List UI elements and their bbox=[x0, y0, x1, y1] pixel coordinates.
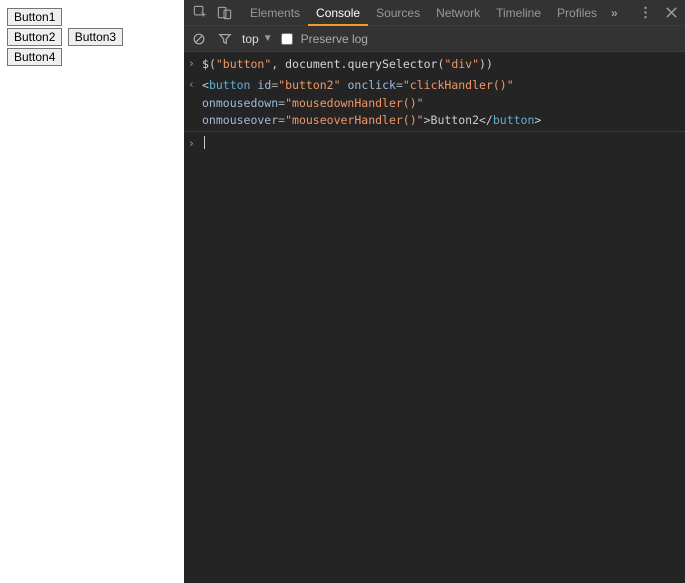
filter-icon[interactable] bbox=[216, 30, 234, 48]
console-input[interactable] bbox=[202, 136, 679, 154]
prompt-indicator-icon: › bbox=[188, 56, 202, 73]
page-panel: Button1 Button2 Button3 Button4 bbox=[0, 0, 184, 583]
tab-console[interactable]: Console bbox=[308, 0, 368, 26]
demo-button-2[interactable]: Button2 bbox=[7, 28, 62, 46]
console-output-node[interactable]: <button id="button2" onclick="clickHandl… bbox=[202, 77, 679, 129]
console-input-row: › $("button", document.querySelector("di… bbox=[184, 54, 685, 75]
tab-network[interactable]: Network bbox=[428, 0, 488, 26]
demo-button-1[interactable]: Button1 bbox=[7, 8, 62, 26]
console-input-expr: $("button", document.querySelector("div"… bbox=[202, 56, 679, 73]
inspect-element-icon[interactable] bbox=[190, 3, 210, 23]
text-caret-icon bbox=[204, 136, 205, 149]
tabs-overflow-icon[interactable]: » bbox=[605, 6, 624, 20]
tab-sources[interactable]: Sources bbox=[368, 0, 428, 26]
close-icon[interactable] bbox=[661, 3, 681, 23]
preserve-log-label: Preserve log bbox=[301, 32, 368, 46]
kebab-menu-icon[interactable] bbox=[635, 3, 655, 23]
prompt-indicator-icon: › bbox=[188, 136, 202, 154]
context-selector[interactable]: top bbox=[242, 32, 259, 46]
tab-elements[interactable]: Elements bbox=[242, 0, 308, 26]
tab-profiles[interactable]: Profiles bbox=[549, 0, 605, 26]
console-body[interactable]: › $("button", document.querySelector("di… bbox=[184, 52, 685, 583]
console-prompt-row[interactable]: › bbox=[184, 132, 685, 156]
console-toolbar: top ▼ Preserve log bbox=[184, 26, 685, 52]
devtools-panel: Elements Console Sources Network Timelin… bbox=[184, 0, 685, 583]
device-toolbar-icon[interactable] bbox=[214, 3, 234, 23]
chevron-down-icon[interactable]: ▼ bbox=[263, 33, 273, 44]
result-indicator-icon: ‹ bbox=[188, 77, 202, 129]
demo-button-4[interactable]: Button4 bbox=[7, 48, 62, 66]
clear-console-icon[interactable] bbox=[190, 30, 208, 48]
devtools-tabbar: Elements Console Sources Network Timelin… bbox=[184, 0, 685, 26]
devtools-tabs: Elements Console Sources Network Timelin… bbox=[242, 0, 635, 26]
demo-button-3[interactable]: Button3 bbox=[68, 28, 123, 46]
tab-timeline[interactable]: Timeline bbox=[488, 0, 549, 26]
console-output-row: ‹ <button id="button2" onclick="clickHan… bbox=[184, 75, 685, 131]
preserve-log-checkbox[interactable] bbox=[281, 33, 293, 45]
